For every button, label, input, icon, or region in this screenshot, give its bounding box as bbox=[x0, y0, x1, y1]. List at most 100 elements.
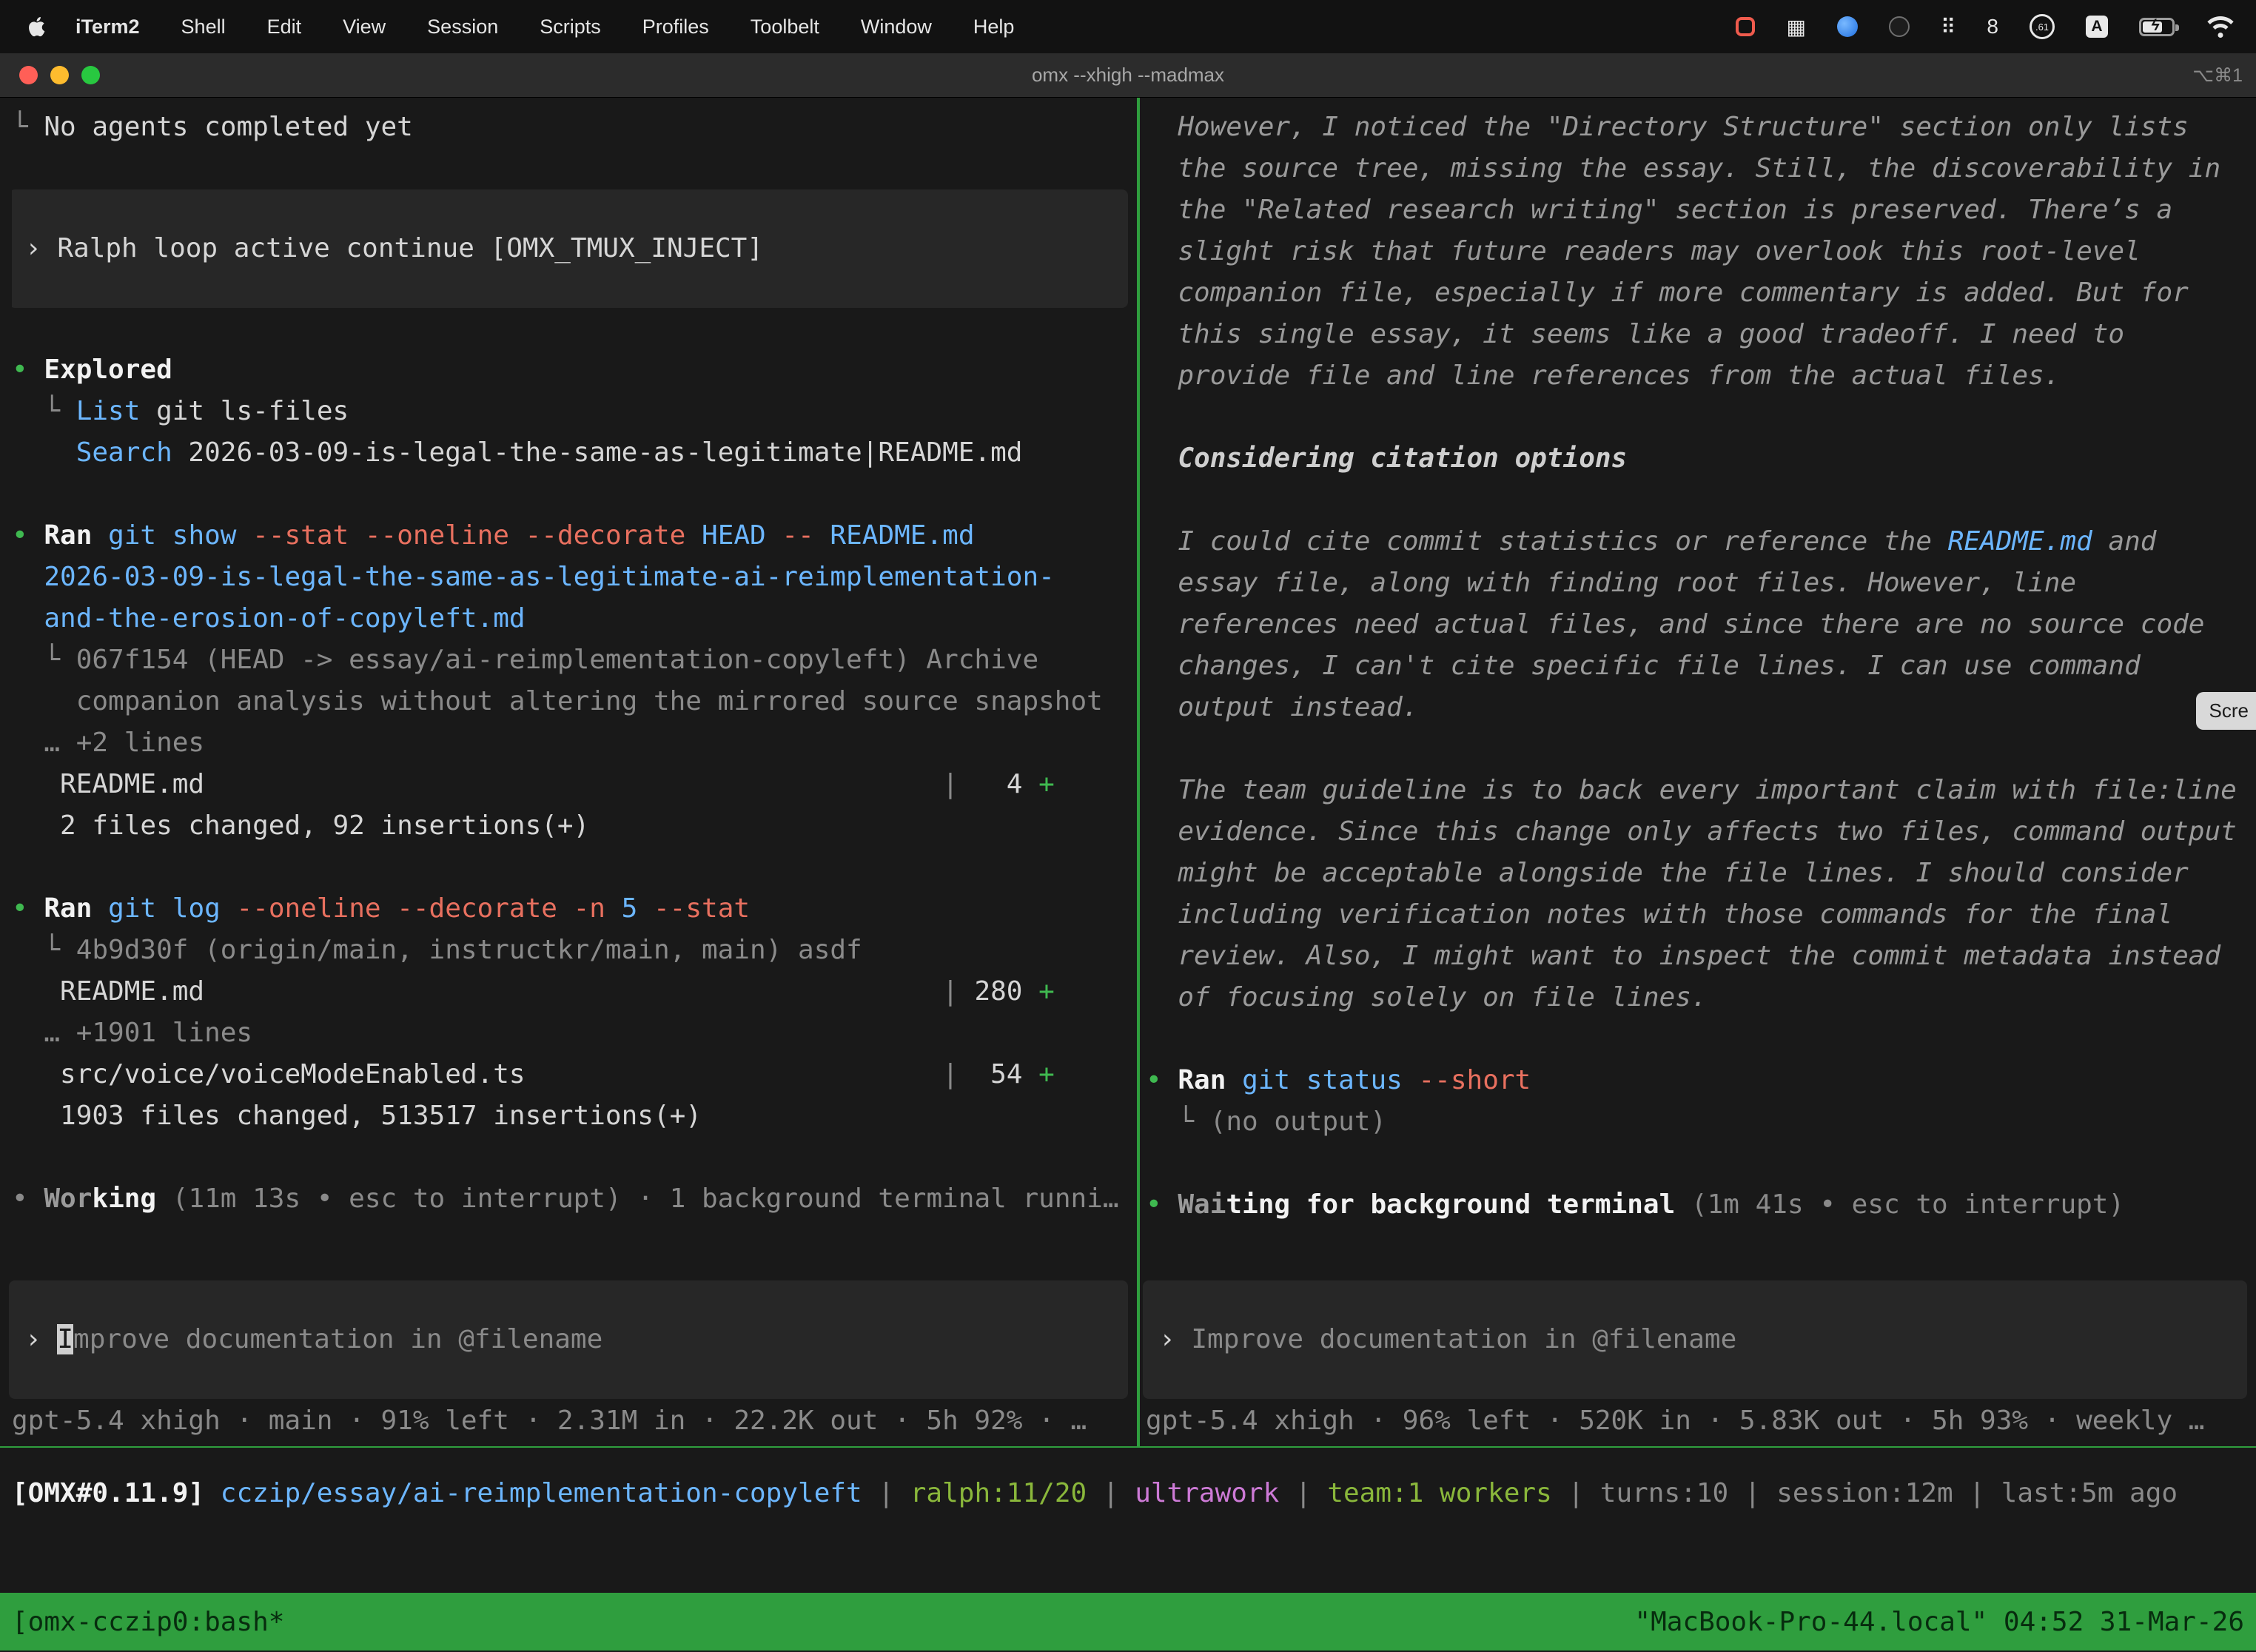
text-segment: The team guideline is to back every impo… bbox=[1146, 775, 2237, 805]
blank-line bbox=[12, 474, 1137, 515]
right-pane: However, I noticed the "Directory Struct… bbox=[1140, 98, 2256, 1446]
text-segment: turns:10 bbox=[1600, 1478, 1728, 1508]
model-status-left: gpt-5.4 xhigh · main · 91% left · 2.31M … bbox=[12, 1399, 1137, 1446]
terminal-line: … +1901 lines bbox=[12, 1013, 1137, 1054]
text-segment: Wor bbox=[44, 1183, 92, 1214]
text-segment: [OMX#0.11.9] bbox=[12, 1478, 221, 1508]
zoom-window-button[interactable] bbox=[81, 66, 100, 84]
text-segment: essay file, along with finding root file… bbox=[1146, 568, 2076, 598]
text-segment: --stat bbox=[637, 893, 750, 924]
screen-recording-indicator-icon[interactable] bbox=[1736, 17, 1755, 36]
text-segment: references need actual files, and since … bbox=[1146, 609, 2204, 639]
text-segment: this single essay, it seems like a good … bbox=[1146, 319, 2124, 349]
text-segment: 2026-03-09-is-legal-the-same-as-legitima… bbox=[172, 437, 1023, 468]
text-segment: • bbox=[1146, 1065, 1178, 1095]
text-segment: | bbox=[942, 976, 959, 1007]
text-segment: No agents completed yet bbox=[44, 112, 413, 142]
prompt-input-left[interactable]: › Improve documentation in @filename bbox=[9, 1280, 1128, 1399]
text-segment: Ran bbox=[44, 893, 92, 924]
close-window-button[interactable] bbox=[19, 66, 38, 84]
menu-toolbelt[interactable]: Toolbelt bbox=[751, 16, 819, 38]
text-segment: and bbox=[2092, 526, 2157, 557]
menu-edit[interactable]: Edit bbox=[267, 16, 302, 38]
text-segment: evidence. Since this change only affects… bbox=[1146, 816, 2237, 847]
blank-line bbox=[1146, 1018, 2256, 1060]
terminal-line: • Waiting for background terminal (1m 41… bbox=[1146, 1184, 2256, 1226]
text-segment: 4 bbox=[959, 769, 1038, 799]
terminal-line: └ (no output) bbox=[1146, 1101, 2256, 1143]
terminal-line: The team guideline is to back every impo… bbox=[1146, 770, 2256, 811]
grid-app-icon[interactable]: ▦ bbox=[1786, 15, 1805, 39]
menu-window[interactable]: Window bbox=[861, 16, 932, 38]
left-pane: └ No agents completed yet› Ralph loop ac… bbox=[0, 98, 1137, 1446]
text-segment: ultrawork bbox=[1135, 1478, 1279, 1508]
text-segment: (1m 41s • esc to interrupt) bbox=[1675, 1189, 2124, 1220]
terminal-line: companion analysis without altering the … bbox=[12, 681, 1137, 722]
terminal-line: Considering citation options bbox=[1146, 438, 2256, 480]
window-title: omx --xhigh --madmax bbox=[0, 64, 2256, 87]
text-segment: … +2 lines bbox=[12, 728, 204, 758]
text-segment: --stat --oneline --decorate bbox=[236, 520, 685, 551]
macos-menu-bar: iTerm2 Shell Edit View Session Scripts Profile… bbox=[0, 0, 2256, 53]
minimize-window-button[interactable] bbox=[50, 66, 69, 84]
terminal-line: of focusing solely on file lines. bbox=[1146, 977, 2256, 1018]
terminal-line: 2 files changed, 92 insertions(+) bbox=[12, 805, 1137, 847]
text-segment: | bbox=[862, 1478, 910, 1508]
text-segment bbox=[92, 893, 108, 924]
gauge-icon[interactable]: .61 bbox=[2030, 14, 2055, 39]
screen-edge-tooltip[interactable]: Scre bbox=[2196, 692, 2256, 730]
menu-profiles[interactable]: Profiles bbox=[642, 16, 709, 38]
menu-iterm2[interactable]: iTerm2 bbox=[75, 16, 140, 38]
blue-app-icon[interactable] bbox=[1837, 16, 1858, 37]
prompt-input-right[interactable]: › Improve documentation in @filename bbox=[1143, 1280, 2247, 1399]
text-segment: | bbox=[1279, 1478, 1327, 1508]
text-segment: git show bbox=[108, 520, 236, 551]
menu-help[interactable]: Help bbox=[973, 16, 1015, 38]
text-segment: README.md bbox=[1948, 526, 2092, 557]
model-status-right: gpt-5.4 xhigh · 96% left · 520K in · 5.8… bbox=[1146, 1399, 2256, 1446]
terminal-line: src/voice/voiceModeEnabled.ts | 54 + bbox=[12, 1054, 1137, 1095]
text-segment: • bbox=[12, 1183, 44, 1214]
terminal-line: might be acceptable alongside the file l… bbox=[1146, 853, 2256, 894]
text-segment: team:1 workers bbox=[1327, 1478, 1551, 1508]
text-segment: git log bbox=[108, 893, 221, 924]
apple-icon[interactable] bbox=[28, 14, 50, 39]
text-segment: of focusing solely on file lines. bbox=[1146, 982, 1708, 1013]
input-source-icon[interactable]: A bbox=[2086, 16, 2108, 38]
menu-session[interactable]: Session bbox=[427, 16, 498, 38]
tmux-status-bar: [omx-cczip0:bash* "MacBook-Pro-44.local"… bbox=[0, 1593, 2256, 1651]
menu-items: iTerm2 Shell Edit View Session Scripts Profile… bbox=[75, 16, 1055, 38]
battery-icon[interactable]: ϟ bbox=[2139, 18, 2175, 36]
dark-app-icon[interactable] bbox=[1889, 16, 1910, 37]
text-segment: └ (no output) bbox=[1146, 1107, 1386, 1137]
terminal-line: … +2 lines bbox=[12, 722, 1137, 764]
terminal-line: this single essay, it seems like a good … bbox=[1146, 314, 2256, 355]
text-cursor: I bbox=[57, 1324, 73, 1354]
tmux-panes: └ No agents completed yet› Ralph loop ac… bbox=[0, 98, 2256, 1448]
text-segment: changes, I can't cite specific file line… bbox=[1146, 651, 2141, 681]
dots-grid-icon[interactable]: ⠿ bbox=[1941, 15, 1956, 39]
blank-line bbox=[1146, 1143, 2256, 1184]
text-segment: the "Related research writing" section i… bbox=[1146, 195, 2172, 225]
text-segment: king bbox=[92, 1183, 156, 1214]
text-segment: companion file, especially if more comme… bbox=[1146, 278, 2189, 308]
text-segment: 280 bbox=[959, 976, 1038, 1007]
text-segment bbox=[1226, 1065, 1242, 1095]
menu-view[interactable]: View bbox=[343, 16, 386, 38]
menu-scripts[interactable]: Scripts bbox=[540, 16, 601, 38]
text-segment: Wai bbox=[1178, 1189, 1226, 1220]
text-segment: session:12m bbox=[1776, 1478, 1953, 1508]
terminal-line: changes, I can't cite specific file line… bbox=[1146, 645, 2256, 687]
omx-status-line: [OMX#0.11.9] cczip/essay/ai-reimplementa… bbox=[0, 1448, 2256, 1593]
figure-eight-app-icon[interactable]: 8 bbox=[1987, 15, 1998, 38]
notice-box: › Ralph loop active continue [OMX_TMUX_I… bbox=[12, 189, 1128, 308]
text-segment: └ 067f154 (HEAD -> essay/ai-reimplementa… bbox=[12, 645, 1038, 675]
menu-shell[interactable]: Shell bbox=[181, 16, 226, 38]
wifi-icon[interactable] bbox=[2206, 16, 2235, 37]
window-shortcut-badge: ⌥⌘1 bbox=[2192, 64, 2256, 87]
text-segment: review. Also, I might want to inspect th… bbox=[1146, 941, 2220, 971]
text-segment: provide file and line references from th… bbox=[1146, 360, 2060, 391]
text-segment: 2 files changed, 92 insertions(+) bbox=[12, 810, 589, 841]
text-segment: the source tree, missing the essay. Stil… bbox=[1146, 153, 2220, 184]
text-segment: • bbox=[12, 893, 44, 924]
